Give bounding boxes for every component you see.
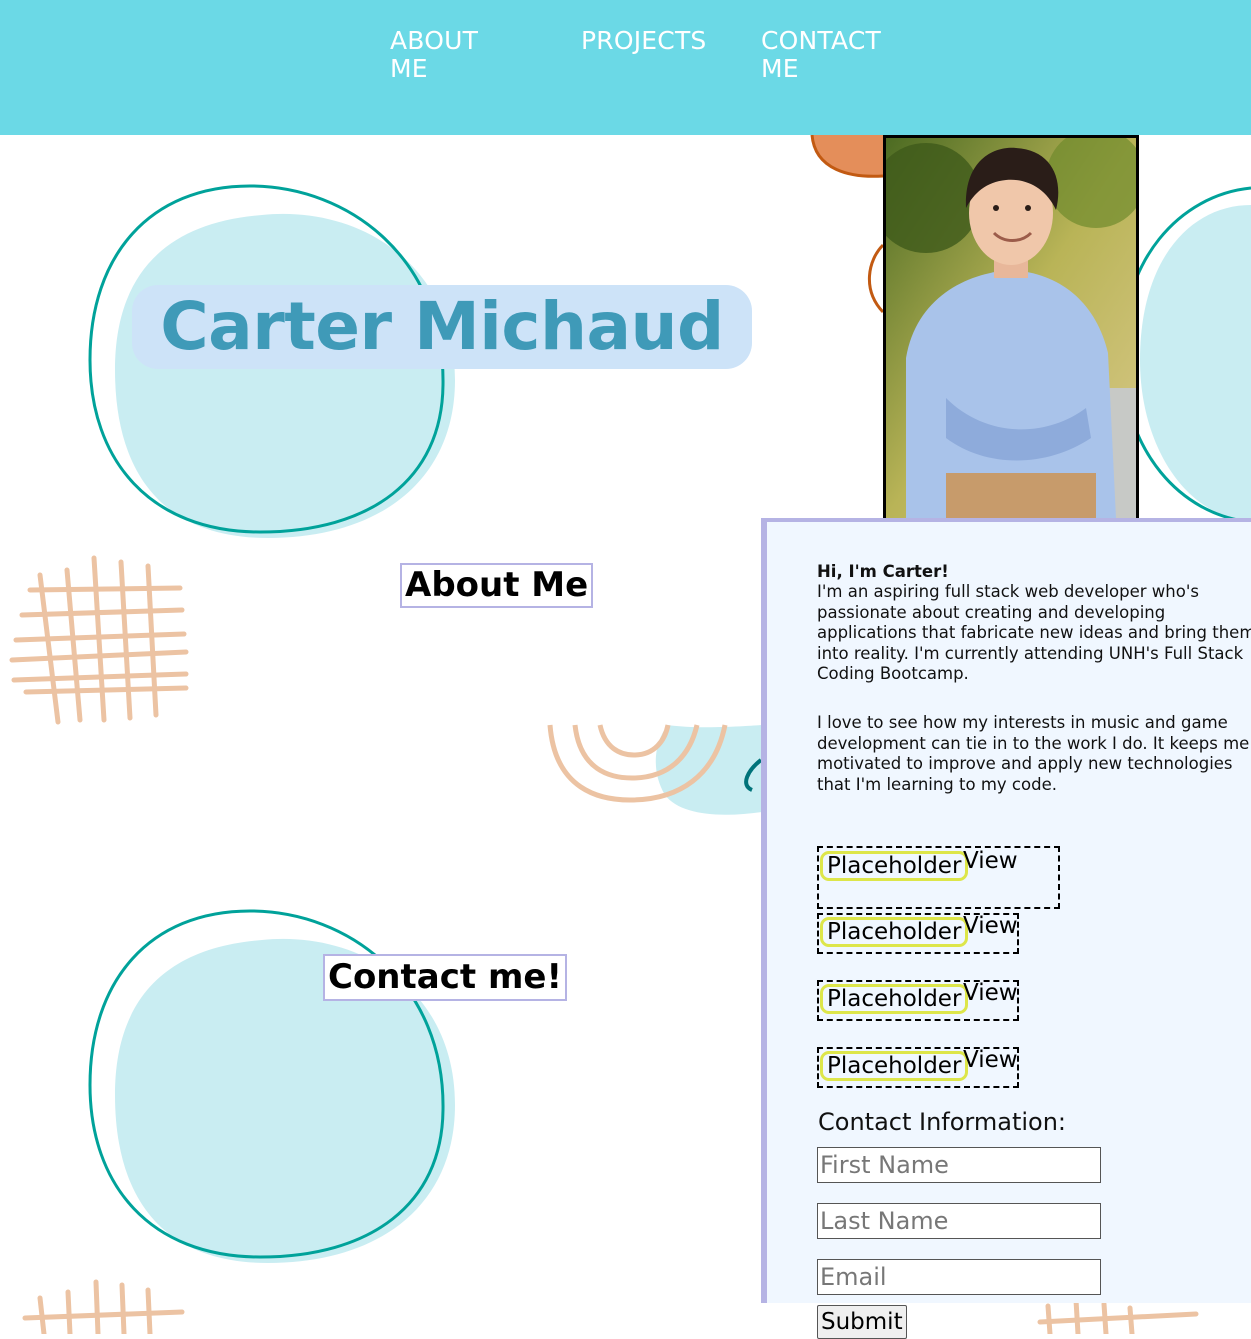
contact-me-heading: Contact me! [323, 954, 567, 1001]
email-field[interactable] [817, 1259, 1101, 1295]
arcs-decoration [547, 724, 763, 815]
bio-greeting: Hi, I'm Carter! [817, 562, 949, 581]
bio-paragraph-2: I love to see how my interests in music … [817, 713, 1250, 794]
orange-shape [810, 134, 885, 314]
project-name: Placeholder [820, 851, 969, 881]
project-view-link[interactable]: View [963, 913, 1018, 939]
contact-form-label: Contact Information: [818, 1108, 1067, 1136]
blob-right [1120, 186, 1251, 524]
about-bio: Hi, I'm Carter! I'm an aspiring full sta… [817, 562, 1251, 795]
project-view-link[interactable]: View [963, 848, 1018, 874]
nav-contact-me[interactable]: CONTACT ME [761, 27, 901, 83]
profile-photo-illustration [886, 138, 1136, 518]
top-navbar: ABOUT ME PROJECTS CONTACT ME [0, 0, 1251, 135]
crosshatch-bottom-left [22, 1279, 185, 1334]
project-name: Placeholder [820, 984, 969, 1014]
project-view-link[interactable]: View [963, 980, 1018, 1006]
bio-paragraph-1: I'm an aspiring full stack web developer… [817, 582, 1251, 684]
nav-about-me[interactable]: ABOUT ME [390, 27, 500, 83]
profile-photo [883, 135, 1139, 521]
about-me-heading: About Me [400, 563, 594, 608]
project-item: Placeholder View [817, 846, 1060, 909]
project-name: Placeholder [820, 1051, 969, 1081]
first-name-field[interactable] [817, 1147, 1101, 1183]
last-name-field[interactable] [817, 1203, 1101, 1239]
project-item: Placeholder View [817, 913, 1019, 954]
page-title: Carter Michaud [132, 285, 752, 369]
project-view-link[interactable]: View [963, 1047, 1018, 1073]
project-name: Placeholder [820, 917, 969, 947]
project-item: Placeholder View [817, 1047, 1019, 1088]
project-item: Placeholder View [817, 980, 1019, 1021]
nav-projects[interactable]: PROJECTS [581, 27, 707, 55]
crosshatch-left [9, 555, 189, 725]
crosshatch-bottom-right [1037, 1297, 1199, 1334]
